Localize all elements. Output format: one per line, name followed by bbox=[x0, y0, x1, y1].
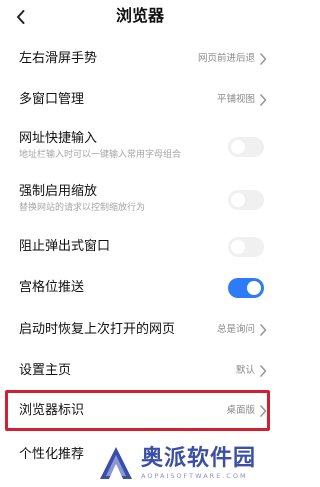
setting-description: 替换网站的请求以控制缩放行为 bbox=[19, 203, 146, 213]
watermark-logo bbox=[100, 447, 132, 479]
setting-label: 左右滑屏手势 bbox=[19, 51, 98, 66]
setting-swipe-gesture[interactable]: 左右滑屏手势 网页前进后退 bbox=[0, 45, 280, 73]
chevron-right-icon bbox=[260, 53, 267, 65]
page-title: 浏览器 bbox=[115, 6, 164, 25]
setting-block-popups: 阻止弹出式窗口 bbox=[0, 233, 280, 261]
setting-value: 网页前进后退 bbox=[197, 53, 255, 64]
watermark-main: 奥派软件园 bbox=[141, 446, 257, 471]
setting-url-shortcut: 网址快捷输入 地址栏输入时可以一键输入常用字母组合 bbox=[0, 127, 280, 165]
chevron-right-icon bbox=[260, 365, 267, 377]
highlight-annotation-box bbox=[5, 390, 270, 431]
toggle-knob bbox=[231, 240, 245, 254]
setting-label: 设置主页 bbox=[19, 363, 72, 378]
setting-label: 个性化推荐 bbox=[19, 447, 85, 462]
chevron-right-icon bbox=[260, 94, 267, 106]
setting-homepage[interactable]: 设置主页 默认 bbox=[0, 357, 280, 385]
setting-label: 阻止弹出式窗口 bbox=[19, 239, 111, 254]
setting-multi-window[interactable]: 多窗口管理 平铺视图 bbox=[0, 86, 280, 114]
chevron-right-icon bbox=[260, 324, 267, 336]
watermark: 奥派软件园 AOPAISOFTWARE.COM bbox=[97, 442, 272, 484]
grid-push-toggle[interactable] bbox=[228, 278, 264, 298]
setting-value: 平铺视图 bbox=[216, 94, 255, 105]
setting-value: 默认 bbox=[235, 365, 255, 376]
setting-label: 网址快捷输入 bbox=[19, 131, 98, 146]
block-popups-toggle[interactable] bbox=[228, 237, 264, 257]
toggle-knob bbox=[231, 140, 245, 154]
setting-label: 启动时恢复上次打开的网页 bbox=[19, 322, 176, 337]
setting-restore-pages[interactable]: 启动时恢复上次打开的网页 总是询问 bbox=[0, 316, 280, 344]
setting-label: 强制启用缩放 bbox=[19, 184, 98, 199]
setting-force-zoom: 强制启用缩放 替换网站的请求以控制缩放行为 bbox=[0, 180, 280, 218]
watermark-text: 奥派软件园 AOPAISOFTWARE.COM bbox=[141, 446, 256, 480]
setting-description: 地址栏输入时可以一键输入常用字母组合 bbox=[19, 150, 182, 160]
setting-label: 多窗口管理 bbox=[19, 92, 85, 107]
setting-value: 总是询问 bbox=[216, 324, 255, 335]
watermark-sub: AOPAISOFTWARE.COM bbox=[141, 472, 248, 480]
setting-grid-push: 宫格位推送 bbox=[0, 274, 280, 302]
toggle-knob bbox=[231, 193, 245, 207]
force-zoom-toggle[interactable] bbox=[228, 190, 264, 210]
toggle-knob bbox=[247, 281, 261, 295]
header-bar: 浏览器 bbox=[0, 0, 280, 34]
setting-label: 宫格位推送 bbox=[19, 280, 85, 295]
url-shortcut-toggle[interactable] bbox=[228, 137, 264, 157]
